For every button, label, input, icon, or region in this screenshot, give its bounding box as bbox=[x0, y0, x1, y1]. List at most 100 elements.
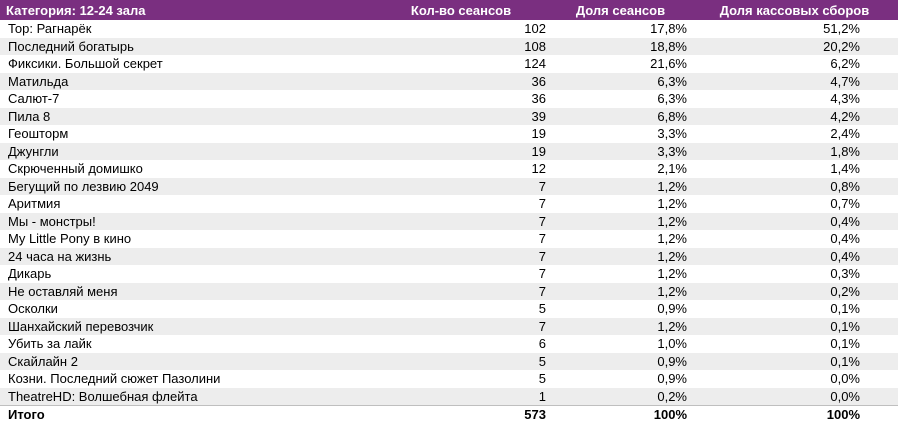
sessions-share-cell: 21,6% bbox=[550, 55, 691, 73]
box-share-cell: 4,2% bbox=[691, 107, 898, 125]
sessions-share-cell: 1,2% bbox=[550, 230, 691, 248]
total-row: Итого 573 100% 100% bbox=[0, 405, 898, 423]
sessions-share-cell: 1,2% bbox=[550, 195, 691, 213]
film-title-cell: 24 часа на жизнь bbox=[0, 247, 372, 265]
box-share-cell: 0,1% bbox=[691, 335, 898, 353]
table-row: My Little Pony в кино 7 1,2% 0,4% bbox=[0, 230, 898, 248]
sessions-count-cell: 1 bbox=[372, 387, 550, 406]
film-title-cell: Бегущий по лезвию 2049 bbox=[0, 177, 372, 195]
sessions-share-cell: 1,2% bbox=[550, 265, 691, 283]
table-row: Фиксики. Большой секрет 124 21,6% 6,2% bbox=[0, 55, 898, 73]
film-title-cell: My Little Pony в кино bbox=[0, 230, 372, 248]
sessions-share-cell: 3,3% bbox=[550, 125, 691, 143]
sessions-share-cell: 1,0% bbox=[550, 335, 691, 353]
box-share-cell: 0,0% bbox=[691, 387, 898, 406]
sessions-count-cell: 19 bbox=[372, 142, 550, 160]
total-sessions: 573 bbox=[372, 405, 550, 423]
table-row: Аритмия 7 1,2% 0,7% bbox=[0, 195, 898, 213]
box-share-cell: 0,3% bbox=[691, 265, 898, 283]
sessions-count-cell: 7 bbox=[372, 212, 550, 230]
film-title-cell: Последний богатырь bbox=[0, 37, 372, 55]
sessions-count-cell: 5 bbox=[372, 370, 550, 388]
sessions-count-cell: 108 bbox=[372, 37, 550, 55]
table-row: Убить за лайк 6 1,0% 0,1% bbox=[0, 335, 898, 353]
table-row: TheatreHD: Волшебная флейта 1 0,2% 0,0% bbox=[0, 387, 898, 406]
box-share-header: Доля кассовых сборов bbox=[691, 0, 898, 20]
box-share-cell: 0,1% bbox=[691, 317, 898, 335]
total-label: Итого bbox=[0, 405, 372, 423]
film-title-cell: Осколки bbox=[0, 300, 372, 318]
sessions-share-cell: 6,8% bbox=[550, 107, 691, 125]
film-title-cell: Тор: Рагнарёк bbox=[0, 20, 372, 38]
film-title-cell: Салют-7 bbox=[0, 90, 372, 108]
sessions-header: Кол-во сеансов bbox=[372, 0, 550, 20]
sessions-count-cell: 19 bbox=[372, 125, 550, 143]
total-box-share: 100% bbox=[691, 405, 898, 423]
box-share-cell: 1,8% bbox=[691, 142, 898, 160]
film-title-cell: Убить за лайк bbox=[0, 335, 372, 353]
total-sessions-share: 100% bbox=[550, 405, 691, 423]
film-title-cell: Козни. Последний сюжет Пазолини bbox=[0, 370, 372, 388]
sessions-share-cell: 0,2% bbox=[550, 387, 691, 406]
sessions-share-cell: 6,3% bbox=[550, 72, 691, 90]
sessions-count-cell: 5 bbox=[372, 300, 550, 318]
table-row: Мы - монстры! 7 1,2% 0,4% bbox=[0, 212, 898, 230]
film-title-cell: Шанхайский перевозчик bbox=[0, 317, 372, 335]
box-share-cell: 0,8% bbox=[691, 177, 898, 195]
box-share-cell: 4,3% bbox=[691, 90, 898, 108]
table-row: Бегущий по лезвию 2049 7 1,2% 0,8% bbox=[0, 177, 898, 195]
table-row: Геошторм 19 3,3% 2,4% bbox=[0, 125, 898, 143]
film-title-cell: Скайлайн 2 bbox=[0, 352, 372, 370]
table-row: Матильда 36 6,3% 4,7% bbox=[0, 72, 898, 90]
box-share-cell: 4,7% bbox=[691, 72, 898, 90]
sessions-count-cell: 12 bbox=[372, 160, 550, 178]
sessions-share-cell: 1,2% bbox=[550, 177, 691, 195]
sessions-share-cell: 2,1% bbox=[550, 160, 691, 178]
table-row: Осколки 5 0,9% 0,1% bbox=[0, 300, 898, 318]
box-share-cell: 20,2% bbox=[691, 37, 898, 55]
film-title-cell: Пила 8 bbox=[0, 107, 372, 125]
box-share-cell: 6,2% bbox=[691, 55, 898, 73]
sessions-count-cell: 5 bbox=[372, 352, 550, 370]
box-share-cell: 0,4% bbox=[691, 247, 898, 265]
film-title-cell: Скрюченный домишко bbox=[0, 160, 372, 178]
table-row: Скайлайн 2 5 0,9% 0,1% bbox=[0, 352, 898, 370]
sessions-count-cell: 6 bbox=[372, 335, 550, 353]
box-share-cell: 51,2% bbox=[691, 20, 898, 38]
sessions-share-cell: 0,9% bbox=[550, 300, 691, 318]
sessions-share-cell: 6,3% bbox=[550, 90, 691, 108]
sessions-count-cell: 7 bbox=[372, 195, 550, 213]
box-share-cell: 0,1% bbox=[691, 352, 898, 370]
table-row: Последний богатырь 108 18,8% 20,2% bbox=[0, 37, 898, 55]
sessions-count-cell: 7 bbox=[372, 265, 550, 283]
sessions-count-cell: 7 bbox=[372, 317, 550, 335]
sessions-share-cell: 0,9% bbox=[550, 370, 691, 388]
sessions-share-cell: 0,9% bbox=[550, 352, 691, 370]
sessions-share-cell: 3,3% bbox=[550, 142, 691, 160]
table-row: Дикарь 7 1,2% 0,3% bbox=[0, 265, 898, 283]
table-row: Пила 8 39 6,8% 4,2% bbox=[0, 107, 898, 125]
sessions-share-cell: 17,8% bbox=[550, 20, 691, 38]
header-row: Категория: 12-24 зала Кол-во сеансов Дол… bbox=[0, 0, 898, 20]
film-title-cell: Фиксики. Большой секрет bbox=[0, 55, 372, 73]
sessions-count-cell: 7 bbox=[372, 282, 550, 300]
film-title-cell: Джунгли bbox=[0, 142, 372, 160]
box-share-cell: 0,1% bbox=[691, 300, 898, 318]
film-title-cell: TheatreHD: Волшебная флейта bbox=[0, 387, 372, 406]
box-share-cell: 0,7% bbox=[691, 195, 898, 213]
sessions-share-cell: 1,2% bbox=[550, 212, 691, 230]
box-share-cell: 0,2% bbox=[691, 282, 898, 300]
table-row: 24 часа на жизнь 7 1,2% 0,4% bbox=[0, 247, 898, 265]
category-header: Категория: 12-24 зала bbox=[0, 0, 372, 20]
sessions-count-cell: 36 bbox=[372, 72, 550, 90]
box-share-cell: 0,4% bbox=[691, 230, 898, 248]
box-share-cell: 0,4% bbox=[691, 212, 898, 230]
table-row: Козни. Последний сюжет Пазолини 5 0,9% 0,0% bbox=[0, 370, 898, 388]
film-title-cell: Не оставляй меня bbox=[0, 282, 372, 300]
sessions-share-cell: 18,8% bbox=[550, 37, 691, 55]
film-title-cell: Аритмия bbox=[0, 195, 372, 213]
sessions-share-cell: 1,2% bbox=[550, 247, 691, 265]
sessions-count-cell: 124 bbox=[372, 55, 550, 73]
sessions-count-cell: 36 bbox=[372, 90, 550, 108]
table-row: Не оставляй меня 7 1,2% 0,2% bbox=[0, 282, 898, 300]
